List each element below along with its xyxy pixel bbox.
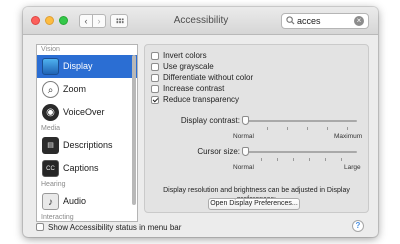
sidebar-section-media: Media [41,125,61,132]
descriptions-icon: ▤ [42,137,59,154]
slider-tick [309,158,310,161]
open-display-preferences-button[interactable]: Open Display Preferences... [208,198,300,210]
window-title: Accessibility [173,15,229,26]
slider-tick [261,158,262,161]
cursor-size-label: Cursor size: [197,147,240,156]
clear-search-icon[interactable]: × [354,16,364,26]
search-field[interactable]: × [281,13,369,29]
sidebar-section-hearing: Hearing [41,181,66,188]
sidebar-item-captions[interactable]: CC Captions [37,157,137,180]
slider-tick [277,158,278,161]
sidebar-item-descriptions[interactable]: ▤ Descriptions [37,134,137,157]
increase-contrast-label: Increase contrast [163,84,225,93]
title-bar: ‹ › Accessibility × [23,7,378,35]
sidebar-item-label: VoiceOver [63,107,105,117]
show-status-checkbox[interactable] [36,223,44,231]
back-button[interactable]: ‹ [79,14,93,28]
search-icon [286,16,295,25]
cursor-size-knob[interactable] [242,147,249,156]
use-grayscale-checkbox[interactable] [151,63,159,71]
slider-tick [347,127,348,130]
slider-tick [267,127,268,130]
reduce-transparency-label: Reduce transparency [163,95,240,104]
sidebar-scroll-thumb[interactable] [132,55,136,205]
preferences-window: ‹ › Accessibility × Vision Display ⌕ Zoo… [23,7,378,237]
sidebar-item-label: Zoom [63,84,87,94]
minimize-window-button[interactable] [45,16,54,25]
grid-icon [116,18,124,24]
sidebar-item-label: Descriptions [63,140,113,150]
sidebar-section-interacting: Interacting [41,214,74,221]
slider-tick [327,127,328,130]
audio-icon: ♪ [42,193,59,210]
slider-tick [341,158,342,161]
forward-button[interactable]: › [92,14,106,28]
cursor-size-min-label: Normal [233,164,254,171]
cursor-size-slider[interactable] [245,151,357,153]
use-grayscale-label: Use grayscale [163,62,214,71]
sidebar-item-audio[interactable]: ♪ Audio [37,190,137,213]
increase-contrast-checkbox[interactable] [151,85,159,93]
voiceover-icon: ◉ [42,104,59,121]
differentiate-without-color-label: Differentiate without color [163,73,254,82]
cursor-size-max-label: Large [344,164,361,171]
sidebar-item-voiceover[interactable]: ◉ VoiceOver [37,101,137,124]
captions-icon: CC [42,160,59,177]
sidebar-section-vision: Vision [41,46,60,53]
sidebar-item-zoom[interactable]: ⌕ Zoom [37,78,137,101]
zoom-icon: ⌕ [42,81,59,98]
show-all-button[interactable] [110,14,128,28]
display-pane: Invert colors Use grayscale Differentiat… [144,44,369,213]
zoom-window-button[interactable] [59,16,68,25]
slider-tick [287,127,288,130]
show-status-label: Show Accessibility status in menu bar [48,223,182,232]
sidebar-item-display[interactable]: Display [37,55,137,78]
display-contrast-min-label: Normal [233,133,254,140]
slider-tick [325,158,326,161]
search-input[interactable] [297,15,351,27]
slider-tick [293,158,294,161]
help-button[interactable]: ? [352,220,364,232]
differentiate-without-color-checkbox[interactable] [151,74,159,82]
invert-colors-label: Invert colors [163,51,207,60]
display-contrast-slider[interactable] [245,120,357,122]
invert-colors-checkbox[interactable] [151,52,159,60]
display-icon [42,58,59,75]
sidebar[interactable]: Vision Display ⌕ Zoom ◉ VoiceOver Media … [36,44,138,222]
sidebar-item-label: Captions [63,163,99,173]
display-contrast-label: Display contrast: [180,116,240,125]
slider-tick [307,127,308,130]
display-contrast-max-label: Maximum [334,133,363,140]
close-window-button[interactable] [31,16,40,25]
display-contrast-knob[interactable] [242,116,249,125]
sidebar-item-label: Display [63,61,93,71]
sidebar-item-label: Audio [63,196,87,206]
reduce-transparency-checkbox[interactable] [151,96,159,104]
